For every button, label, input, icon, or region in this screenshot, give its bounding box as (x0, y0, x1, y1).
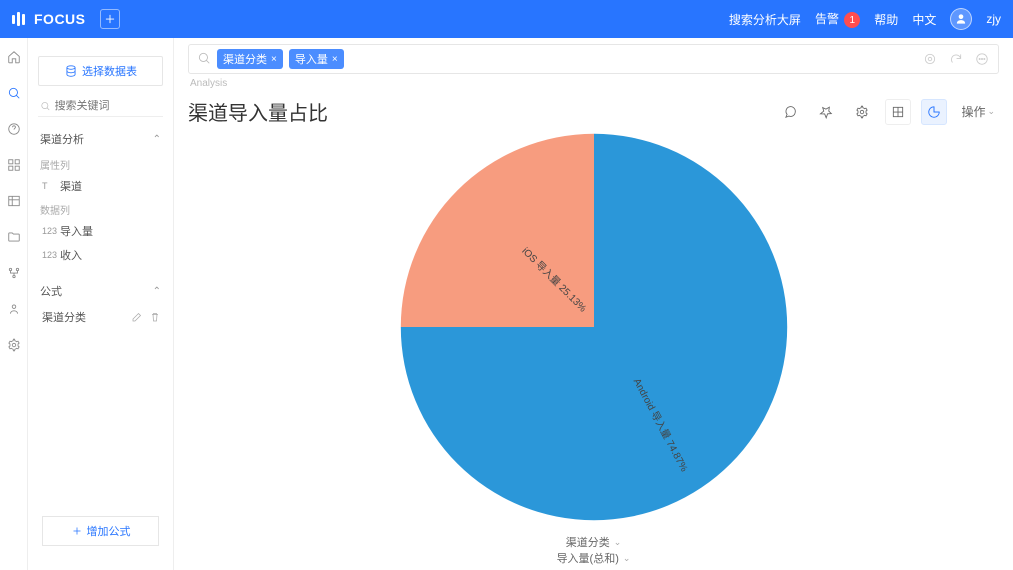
nav-help[interactable]: 帮助 (874, 11, 898, 28)
gear-icon (7, 338, 21, 352)
logo-icon (12, 11, 28, 27)
question-icon (7, 122, 21, 136)
chevron-down-icon: ⌄ (623, 553, 631, 564)
chart-area: iOS 导入量 25.13% Android 导入量 74.87% (188, 126, 999, 528)
add-formula-button[interactable]: 增加公式 (42, 516, 159, 546)
search-icon (40, 100, 51, 112)
query-chip[interactable]: 渠道分类× (217, 49, 283, 69)
user-icon (954, 12, 968, 26)
pin-button[interactable] (813, 99, 839, 125)
rail-etl[interactable] (5, 264, 23, 282)
flow-icon (7, 266, 21, 280)
chip-remove[interactable]: × (271, 54, 277, 65)
plus-icon (103, 12, 117, 26)
more-icon[interactable] (974, 51, 990, 67)
chart-title: 渠道导入量占比 (188, 97, 328, 126)
col-import[interactable]: 123导入量 (28, 219, 173, 243)
select-datasource-button[interactable]: 选择数据表 (38, 56, 163, 86)
new-tab-button[interactable] (100, 9, 120, 29)
rail-folder[interactable] (5, 228, 23, 246)
rail-home[interactable] (5, 48, 23, 66)
edit-icon[interactable] (131, 311, 143, 323)
section-analysis[interactable]: 渠道分析 ⌃ (28, 125, 173, 153)
users-icon (7, 302, 21, 316)
delete-icon[interactable] (149, 311, 161, 323)
keyword-search[interactable] (38, 96, 163, 117)
chart-view-button[interactable] (921, 99, 947, 125)
plus-icon (71, 525, 83, 537)
breadcrumb: Analysis (188, 78, 999, 89)
chevron-down-icon: ⌄ (614, 537, 622, 548)
rail-users[interactable] (5, 300, 23, 318)
group-attr: 属性列 (28, 153, 173, 174)
brand-text: FOCUS (34, 11, 86, 27)
username[interactable]: zjy (986, 12, 1001, 26)
search-icon (7, 86, 21, 100)
avatar[interactable] (950, 8, 972, 30)
operate-dropdown[interactable]: 操作⌄ (957, 103, 999, 120)
search-icon (197, 51, 211, 68)
query-bar[interactable]: 渠道分类× 导入量× (188, 44, 999, 74)
col-channel[interactable]: T渠道 (28, 174, 173, 198)
chart-toolbar: 操作⌄ (777, 99, 999, 125)
text-type-icon: T (42, 181, 56, 191)
topbar: FOCUS 搜索分析大屏 告警 1 帮助 中文 zjy (0, 0, 1013, 38)
rail-search[interactable] (5, 84, 23, 102)
nav-search-screen[interactable]: 搜索分析大屏 (729, 11, 801, 28)
nav-alerts[interactable]: 告警 1 (815, 10, 860, 29)
rail-settings[interactable] (5, 336, 23, 354)
pin-icon (819, 105, 833, 119)
nav-lang[interactable]: 中文 (912, 11, 936, 28)
folder-icon (7, 230, 21, 244)
col-income[interactable]: 123收入 (28, 243, 173, 267)
table-view-button[interactable] (885, 99, 911, 125)
section-formula[interactable]: 公式 ⌃ (28, 277, 173, 305)
home-icon (7, 50, 21, 64)
brand-logo: FOCUS (12, 11, 86, 27)
sidebar: 选择数据表 渠道分析 ⌃ 属性列 T渠道 数据列 123导入量 123收入 公式… (28, 38, 174, 570)
keyword-input[interactable] (55, 100, 161, 112)
pie-icon (927, 105, 941, 119)
target-icon[interactable] (922, 51, 938, 67)
refresh-icon[interactable] (948, 51, 964, 67)
datasource-icon (64, 64, 78, 78)
settings-button[interactable] (849, 99, 875, 125)
rail-table[interactable] (5, 192, 23, 210)
query-chip[interactable]: 导入量× (289, 49, 344, 69)
dashboard-icon (7, 158, 21, 172)
chevron-down-icon: ⌄ (987, 106, 995, 117)
alerts-badge: 1 (844, 12, 860, 28)
group-metric: 数据列 (28, 198, 173, 219)
content: 渠道分类× 导入量× Analysis 渠道导入量占比 操作⌄ (174, 38, 1013, 570)
rail-help[interactable] (5, 120, 23, 138)
chevron-up-icon: ⌃ (153, 134, 161, 145)
number-type-icon: 123 (42, 250, 56, 260)
pie-chart: iOS 导入量 25.13% Android 导入量 74.87% (384, 117, 804, 537)
table-icon (7, 194, 21, 208)
topbar-right: 搜索分析大屏 告警 1 帮助 中文 zjy (729, 8, 1001, 30)
number-type-icon: 123 (42, 226, 56, 236)
gear-icon (855, 105, 869, 119)
chevron-up-icon: ⌃ (153, 286, 161, 297)
formula-item[interactable]: 渠道分类 (28, 305, 173, 329)
left-rail (0, 38, 28, 570)
chip-remove[interactable]: × (332, 54, 338, 65)
grid-icon (891, 105, 905, 119)
rail-dashboard[interactable] (5, 156, 23, 174)
